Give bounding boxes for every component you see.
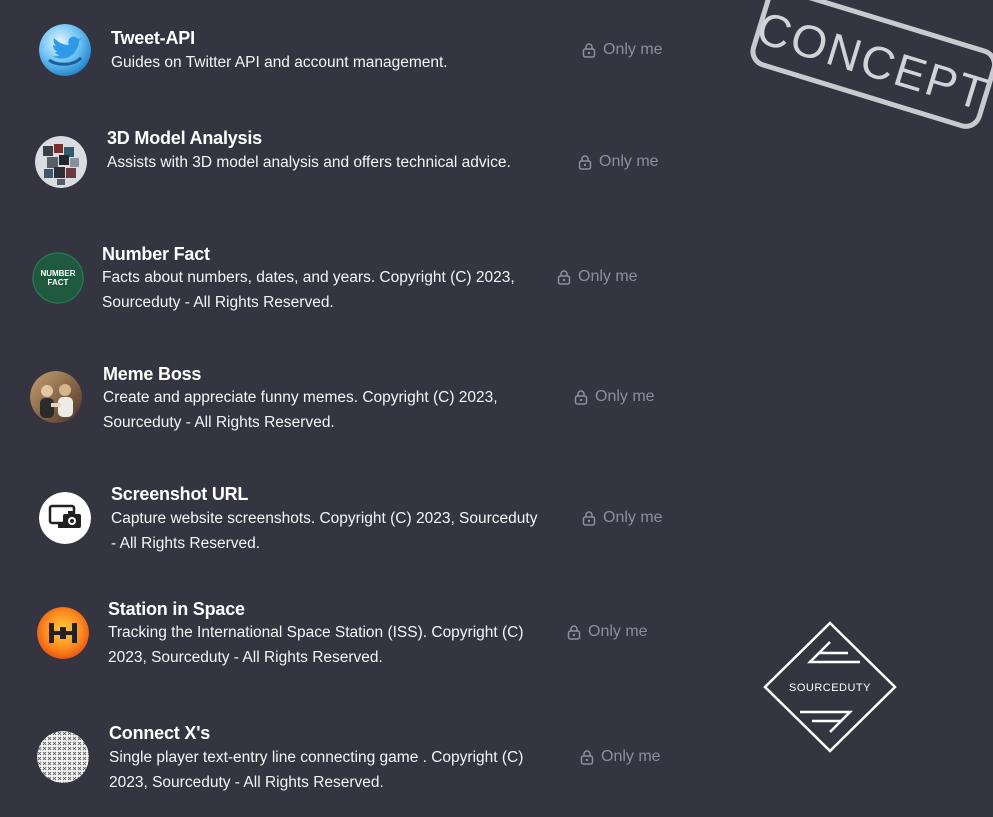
- lock-icon: [582, 511, 596, 526]
- space-station-icon: [37, 607, 89, 659]
- gpt-description: Capture website screenshots. Copyright (…: [111, 510, 538, 552]
- gpt-description: Create and appreciate funny memes. Copyr…: [103, 389, 498, 431]
- gpt-description: Facts about numbers, dates, and years. C…: [102, 269, 515, 311]
- visibility-toggle[interactable]: Only me: [566, 623, 648, 641]
- twitter-bird-icon: [39, 24, 91, 76]
- gpt-item-screenshot-url[interactable]: Screenshot URL Capture website screensho…: [0, 470, 700, 580]
- gpt-description: Tracking the International Space Station…: [108, 624, 524, 666]
- concept-stamp-watermark: CONCEPT: [750, 0, 993, 129]
- gpt-name: Meme Boss: [103, 364, 202, 384]
- gpt-name: Screenshot URL: [111, 484, 249, 504]
- visibility-toggle[interactable]: Only me: [573, 388, 655, 406]
- gpt-description: Assists with 3D model analysis and offer…: [107, 154, 511, 171]
- gpt-name: Connect X's: [109, 723, 211, 743]
- gpt-item-tweet-api[interactable]: Tweet-API Guides on Twitter API and acco…: [0, 0, 700, 100]
- gpt-description: Guides on Twitter API and account manage…: [111, 54, 448, 71]
- gpt-item-station-in-space[interactable]: Station in Space Tracking the Internatio…: [0, 590, 700, 690]
- svg-text:FACT: FACT: [48, 278, 69, 287]
- sourceduty-logo: SOURCEDUTY: [763, 621, 897, 753]
- gpt-item-connect-xs[interactable]: Connect X's Single player text-entry lin…: [0, 700, 700, 810]
- visibility-toggle[interactable]: Only me: [556, 268, 638, 286]
- visibility-label: Only me: [595, 388, 655, 405]
- visibility-label: Only me: [603, 509, 663, 526]
- visibility-label: Only me: [603, 41, 663, 58]
- visibility-toggle[interactable]: Only me: [577, 153, 659, 171]
- visibility-label: Only me: [601, 748, 661, 765]
- gpt-item-number-fact[interactable]: NUMBER FACT Number Fact Facts about numb…: [0, 230, 700, 340]
- gpt-name: Number Fact: [102, 244, 210, 264]
- meme-boss-icon: [30, 371, 82, 423]
- gpt-description: Single player text-entry line connecting…: [109, 749, 524, 791]
- visibility-toggle[interactable]: Only me: [579, 748, 661, 766]
- visibility-toggle[interactable]: Only me: [581, 41, 663, 59]
- screenshot-camera-icon: [39, 492, 91, 544]
- gpt-item-3d-model-analysis[interactable]: 3D Model Analysis Assists with 3D model …: [0, 110, 700, 220]
- logo-text: SOURCEDUTY: [789, 682, 871, 694]
- visibility-label: Only me: [588, 623, 648, 640]
- gpt-name: Tweet-API: [111, 28, 195, 48]
- lock-icon: [580, 750, 594, 765]
- gpt-name: 3D Model Analysis: [107, 128, 262, 148]
- visibility-label: Only me: [599, 153, 659, 170]
- gpt-item-meme-boss[interactable]: Meme Boss Create and appreciate funny me…: [0, 350, 700, 460]
- gpt-name: Station in Space: [108, 599, 245, 619]
- lock-icon: [574, 390, 588, 405]
- x-grid-icon: [37, 731, 89, 783]
- number-fact-icon: NUMBER FACT: [32, 252, 84, 304]
- lock-icon: [578, 155, 592, 170]
- lock-icon: [557, 270, 571, 285]
- lock-icon: [567, 625, 581, 640]
- visibility-label: Only me: [578, 268, 638, 285]
- lock-icon: [582, 43, 596, 58]
- 3d-cubes-icon: [35, 136, 87, 188]
- visibility-toggle[interactable]: Only me: [581, 509, 663, 527]
- svg-text:NUMBER: NUMBER: [40, 269, 75, 278]
- gpt-list-page: Tweet-API Guides on Twitter API and acco…: [0, 0, 993, 817]
